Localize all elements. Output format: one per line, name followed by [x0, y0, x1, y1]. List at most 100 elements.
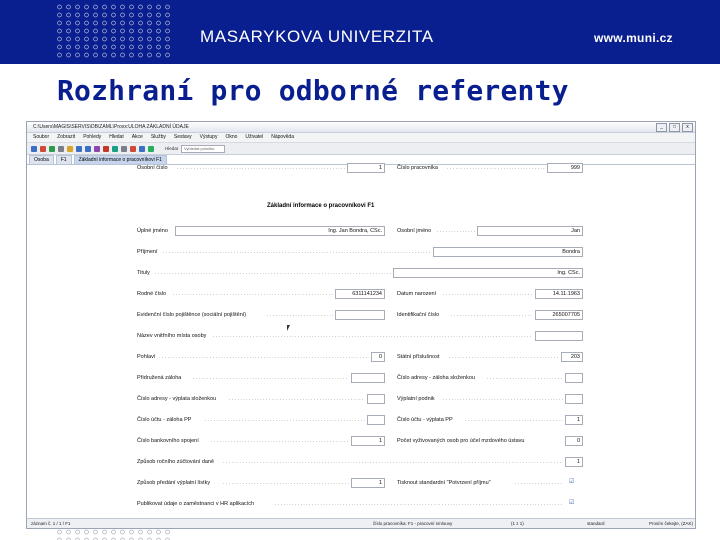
menu-sestavy[interactable]: Sestavy: [174, 133, 192, 142]
status-message: Prosím čekejte, (ZAK): [649, 521, 694, 526]
zpusob-predani-field[interactable]: 1: [351, 478, 385, 488]
prijmeni-field[interactable]: Bondra: [433, 247, 583, 257]
zpusob-zuctovani-field[interactable]: 1: [565, 457, 583, 467]
leader-dots: .......................: [515, 480, 563, 486]
leader-dots: ...................: [437, 228, 475, 234]
application-window: C:\Users\MAGIS\SERVIS\DB\ZAML\Proxx:ULOH…: [26, 121, 696, 529]
menu-zobrazit[interactable]: Zobrazit: [57, 133, 75, 142]
datum-narozeni-label: Datum narození: [397, 291, 437, 297]
cislo-adresy-vyp-field[interactable]: [367, 394, 385, 404]
leader-dots: ........................................…: [173, 291, 333, 297]
chart-icon[interactable]: [148, 145, 154, 152]
osobni-cislo-label: Osobní číslo: [137, 165, 168, 171]
rodne-cislo-label: Rodné číslo: [137, 291, 167, 297]
menu-pohledy[interactable]: Pohledy: [83, 133, 101, 142]
cislo-pracovnika-label: Číslo pracovníka: [397, 165, 438, 171]
print-icon[interactable]: [58, 145, 64, 152]
menu-akce[interactable]: Akce: [132, 133, 143, 142]
tools-icon[interactable]: [121, 145, 127, 152]
leader-dots: ........................................…: [275, 501, 563, 507]
uplne-jmeno-field[interactable]: Ing. Jan Bondra, CSc.: [175, 226, 385, 236]
pohlavi-field[interactable]: 0: [371, 352, 385, 362]
help-icon[interactable]: [139, 145, 145, 152]
statni-prislusnost-label: Státní příslušnost: [397, 354, 440, 360]
uplne-jmeno-label: Úplné jméno: [137, 228, 168, 234]
publikovat-checkbox[interactable]: ☑: [569, 500, 575, 506]
osobni-cislo-field[interactable]: 1: [347, 163, 385, 173]
tisknout-standard-label: Tisknout standardní "Potvrzení příjmu": [397, 480, 491, 486]
delete-icon[interactable]: [40, 145, 46, 152]
form-row: Tituly .................................…: [27, 268, 695, 278]
close-button[interactable]: x: [682, 123, 693, 132]
datum-narozeni-field[interactable]: 14.11.1963: [535, 289, 583, 299]
save-icon[interactable]: [49, 145, 55, 152]
osobni-jmeno-field[interactable]: Jan: [477, 226, 583, 236]
form-row: Úplné jméno Ing. Jan Bondra, CSc. Osobní…: [27, 226, 695, 236]
rodne-cislo-field[interactable]: 6311141234: [335, 289, 385, 299]
statni-prislusnost-field[interactable]: 203: [561, 352, 583, 362]
evidencni-cislo-label: Evidenční číslo pojištěnce (sociální poj…: [137, 312, 247, 318]
pocet-vyzivovanych-field[interactable]: 0: [565, 436, 583, 446]
leader-dots: ........................................…: [223, 459, 563, 465]
leader-dots: ........................................…: [211, 438, 349, 444]
search-icon[interactable]: [103, 145, 109, 152]
tituly-label: Tituly: [137, 270, 150, 276]
form-row: Přidružená záloha ......................…: [27, 373, 695, 383]
leader-dots: ........................................…: [155, 270, 391, 276]
cislo-uctu-vyp-field[interactable]: 1: [565, 415, 583, 425]
prijmeni-label: Příjmení: [137, 249, 158, 255]
cislo-pracovnika-field[interactable]: 999: [547, 163, 583, 173]
form-row: Rodné číslo ............................…: [27, 289, 695, 299]
form-row: Evidenční číslo pojištěnce (sociální poj…: [27, 310, 695, 320]
cislo-uctu-zal-field[interactable]: [367, 415, 385, 425]
website-link[interactable]: www.muni.cz: [594, 31, 673, 45]
slide-title: Rozhraní pro odborné referenty: [57, 74, 569, 107]
status-bar: záznam č. 1 / 1 / F1 číslo pracovníka: F…: [27, 518, 695, 528]
form-row: Číslo účtu - záloha PP .................…: [27, 415, 695, 425]
menu-hledat[interactable]: Hledat: [109, 133, 123, 142]
nazev-mista-field[interactable]: [535, 331, 583, 341]
new-record-icon[interactable]: [31, 145, 37, 152]
form-row: Příjmení ...............................…: [27, 247, 695, 257]
menu-okno[interactable]: Okno: [225, 133, 237, 142]
cancel-icon[interactable]: [130, 145, 136, 152]
tisknout-standard-checkbox[interactable]: ☑: [569, 479, 575, 485]
window-title: C:\Users\MAGIS\SERVIS\DB\ZAML\Proxx:ULOH…: [33, 124, 189, 130]
arrow-left-icon[interactable]: [76, 145, 82, 152]
minimize-button[interactable]: _: [656, 123, 667, 132]
cislo-adresy-sloz-field[interactable]: [565, 373, 583, 383]
cislo-bankovniho-field[interactable]: 1: [351, 436, 385, 446]
zpusob-zuctovani-label: Způsob ročního zúčtování daně: [137, 459, 215, 465]
identifikacni-cislo-label: Identifikační číslo: [397, 312, 440, 318]
toolbar-search-input[interactable]: Vyhledat položku: [181, 144, 226, 153]
zpusob-predani-label: Způsob předání výplatní lístky: [137, 480, 211, 486]
maximize-button[interactable]: □: [669, 123, 680, 132]
menu-soubor[interactable]: Soubor: [33, 133, 49, 142]
form-row: Pohlaví ................................…: [27, 352, 695, 362]
identifikacni-cislo-field[interactable]: 265007705: [535, 310, 583, 320]
vyplatni-podnik-label: Výplatní podnik: [397, 396, 435, 402]
tituly-field[interactable]: Ing. CSc.: [393, 268, 583, 278]
leader-dots: ........................................…: [465, 417, 563, 423]
menu-napoveda[interactable]: Nápověda: [271, 133, 294, 142]
vyplatni-podnik-field[interactable]: [565, 394, 583, 404]
pohlavi-label: Pohlaví: [137, 354, 156, 360]
mouse-cursor-icon: [287, 325, 293, 331]
evidencni-cislo-field[interactable]: [335, 310, 385, 320]
pridruzena-zaloha-field[interactable]: [351, 373, 385, 383]
leader-dots: ........................................…: [177, 165, 345, 171]
menu-bar: Soubor Zobrazit Pohledy Hledat Akce Služ…: [27, 133, 695, 143]
filter-icon[interactable]: [94, 145, 100, 152]
menu-uzivatel[interactable]: Uživatel: [245, 133, 263, 142]
menu-sluzby[interactable]: Služby: [151, 133, 166, 142]
refresh-icon[interactable]: [112, 145, 118, 152]
arrow-right-icon[interactable]: [85, 145, 91, 152]
logo-dot-grid: [55, 3, 170, 59]
leader-dots: ........................................…: [447, 165, 545, 171]
menu-vystupy[interactable]: Výstupy: [200, 133, 218, 142]
folder-icon[interactable]: [67, 145, 73, 152]
leader-dots: ........................................…: [449, 354, 559, 360]
form-row: Způsob ročního zúčtování daně ..........…: [27, 457, 695, 467]
form-row: Osobní číslo ...........................…: [27, 163, 695, 173]
leader-dots: ........................................…: [223, 480, 349, 486]
